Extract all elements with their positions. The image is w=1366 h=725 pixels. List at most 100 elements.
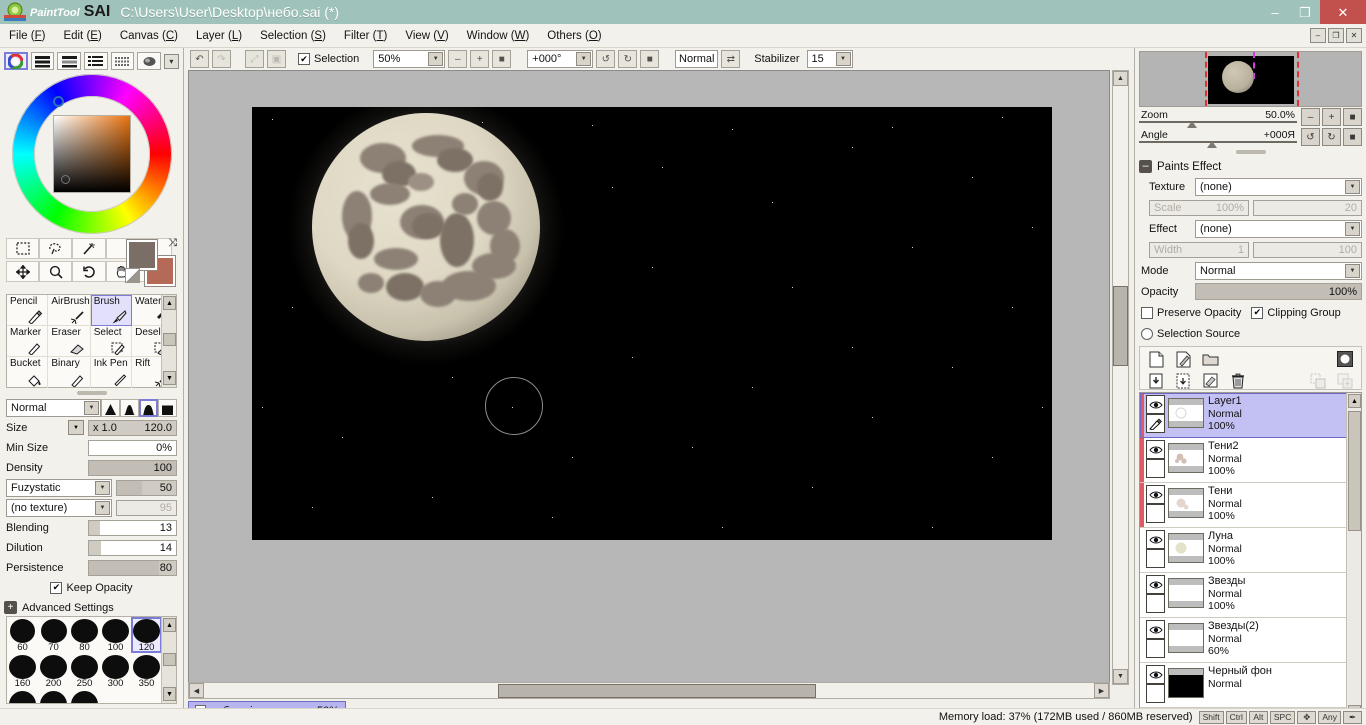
canvas-viewport[interactable]: [188, 70, 1110, 685]
layer-select-toggle[interactable]: [1146, 414, 1165, 433]
size-preset-200[interactable]: 200: [38, 653, 69, 689]
layer-row-black-background[interactable]: Черный фон Normal: [1140, 663, 1361, 708]
foreground-color-swatch[interactable]: [127, 240, 157, 270]
delete-layer-icon[interactable]: [1227, 371, 1248, 391]
minimize-button[interactable]: –: [1260, 0, 1290, 24]
canvas-angle-select[interactable]: +000° ▼: [527, 50, 593, 68]
hue-marker[interactable]: [53, 96, 64, 107]
move-tool[interactable]: [6, 261, 39, 282]
canvas-scroll-up-button[interactable]: ▲: [1113, 71, 1128, 86]
menu-others[interactable]: Others (O): [538, 28, 610, 44]
canvas-scroll-left-button[interactable]: ◀: [189, 683, 204, 698]
rect-select-tool[interactable]: [6, 238, 39, 259]
chevron-down-icon[interactable]: ▼: [1345, 180, 1360, 194]
color-wheel[interactable]: [12, 74, 172, 234]
size-preset-extra-1[interactable]: [7, 689, 38, 704]
layer-row-luna[interactable]: Луна Normal 100%: [1140, 528, 1361, 573]
gradient-mode-button[interactable]: [137, 52, 161, 70]
persistence-slider[interactable]: 80: [88, 560, 177, 576]
zoom-slider[interactable]: Zoom 50.0%: [1139, 107, 1297, 127]
size-value-field[interactable]: x 1.0 120.0: [88, 420, 177, 436]
layers-list[interactable]: Layer1 Normal 100% Тени2: [1139, 392, 1362, 722]
mdi-close-button[interactable]: ✕: [1346, 28, 1362, 43]
layer-row-teni2[interactable]: Тени2 Normal 100%: [1140, 438, 1361, 483]
layer-row-teni[interactable]: Тени Normal 100%: [1140, 483, 1361, 528]
magic-wand-tool[interactable]: [72, 238, 105, 259]
color-panel-menu-button[interactable]: ▾: [164, 54, 179, 69]
angle-slider-knob[interactable]: [1207, 141, 1217, 148]
brush-texture-select[interactable]: (no texture) ▼: [6, 499, 112, 517]
size-preset-extra-2[interactable]: [38, 689, 69, 704]
swatches-mode-button[interactable]: [111, 52, 135, 70]
chevron-down-icon[interactable]: ▼: [836, 52, 851, 66]
transparent-color-swatch[interactable]: [125, 268, 140, 283]
brush-shape-select[interactable]: Fuzystatic ▼: [6, 479, 112, 497]
preset-scroll-down-button[interactable]: ▼: [163, 687, 176, 701]
nav-rotate-reset-button[interactable]: ■: [1343, 128, 1362, 146]
size-preset-extra-3[interactable]: [69, 689, 100, 704]
menu-selection[interactable]: Selection (S): [251, 28, 335, 44]
min-size-value-field[interactable]: 0%: [88, 440, 177, 456]
canvas-scroll-right-button[interactable]: ▶: [1094, 683, 1109, 698]
density-slider[interactable]: 100: [88, 460, 177, 476]
dilution-slider[interactable]: 14: [88, 540, 177, 556]
size-preset-120[interactable]: 120: [131, 617, 162, 653]
size-preset-70[interactable]: 70: [38, 617, 69, 653]
advanced-settings-toggle[interactable]: + Advanced Settings: [0, 598, 183, 616]
layers-scroll-thumb[interactable]: [1348, 411, 1361, 531]
layers-scroll-up-button[interactable]: ▲: [1348, 394, 1361, 408]
artwork-canvas[interactable]: [252, 107, 1052, 540]
select-all-button[interactable]: ▣: [267, 50, 286, 68]
preset-scrollbar[interactable]: ▲ ▼: [161, 617, 176, 703]
canvas-scroll-down-button[interactable]: ▼: [1113, 669, 1128, 684]
menu-canvas[interactable]: Canvas (C): [111, 28, 187, 44]
brush-shape-square[interactable]: [158, 399, 177, 417]
nav-rotate-cw-button[interactable]: ↻: [1322, 128, 1341, 146]
tool-eraser[interactable]: Eraser: [48, 326, 90, 357]
chevron-down-icon[interactable]: ▼: [576, 52, 591, 66]
layer-visibility-toggle[interactable]: [1146, 575, 1165, 594]
menu-edit[interactable]: Edit (E): [54, 28, 110, 44]
opacity-slider[interactable]: 100%: [1195, 283, 1362, 300]
chevron-down-icon[interactable]: ▼: [428, 52, 443, 66]
size-preset-160[interactable]: 160: [7, 653, 38, 689]
nav-zoom-out-button[interactable]: –: [1301, 108, 1320, 126]
menu-view[interactable]: View (V): [396, 28, 457, 44]
zoom-in-button[interactable]: +: [470, 50, 489, 68]
menu-layer[interactable]: Layer (L): [187, 28, 251, 44]
zoom-out-button[interactable]: –: [448, 50, 467, 68]
new-layer-icon[interactable]: [1146, 349, 1167, 369]
brush-shape-amount-slider[interactable]: 50: [116, 480, 177, 496]
layer-select-toggle[interactable]: [1146, 594, 1165, 613]
navigator-thumbnail[interactable]: [1139, 51, 1362, 107]
close-button[interactable]: ✕: [1320, 0, 1366, 24]
mdi-restore-button[interactable]: ❐: [1328, 28, 1344, 43]
brush-list-scrollbar[interactable]: ▲ ▼: [161, 295, 176, 387]
new-linework-layer-icon[interactable]: [1173, 349, 1194, 369]
preset-scroll-thumb[interactable]: [163, 653, 176, 666]
tool-inkpen[interactable]: Ink Pen: [91, 357, 132, 388]
zoom-level-select[interactable]: 50% ▼: [373, 50, 445, 68]
blending-slider[interactable]: 13: [88, 520, 177, 536]
brush-shape-sharp[interactable]: [101, 399, 120, 417]
clear-layer-icon[interactable]: [1200, 371, 1221, 391]
size-preset-350[interactable]: 350: [131, 653, 162, 689]
chevron-down-icon[interactable]: ▼: [1345, 264, 1360, 278]
texture-select[interactable]: (none) ▼: [1195, 178, 1362, 196]
layer-visibility-toggle[interactable]: [1146, 485, 1165, 504]
layer-visibility-toggle[interactable]: [1146, 620, 1165, 639]
size-preset-100[interactable]: 100: [100, 617, 131, 653]
canvas-horizontal-scrollbar[interactable]: ◀ ▶: [188, 682, 1110, 699]
rotate-ccw-button[interactable]: ↺: [596, 50, 615, 68]
layers-vertical-scrollbar[interactable]: ▲ ▼: [1346, 393, 1361, 721]
layer-select-toggle[interactable]: [1146, 684, 1165, 703]
selection-source-radio[interactable]: Selection Source: [1141, 328, 1240, 340]
size-preset-300[interactable]: 300: [100, 653, 131, 689]
brush-shape-flat[interactable]: [139, 399, 158, 417]
tool-brush[interactable]: Brush: [91, 295, 132, 326]
flip-horizontal-button[interactable]: ⇄: [721, 50, 740, 68]
rotate-cw-button[interactable]: ↻: [618, 50, 637, 68]
color-wheel-mode-button[interactable]: [4, 52, 28, 70]
layer-row-zvezdy2[interactable]: Звезды(2) Normal 60%: [1140, 618, 1361, 663]
size-preset-80[interactable]: 80: [69, 617, 100, 653]
